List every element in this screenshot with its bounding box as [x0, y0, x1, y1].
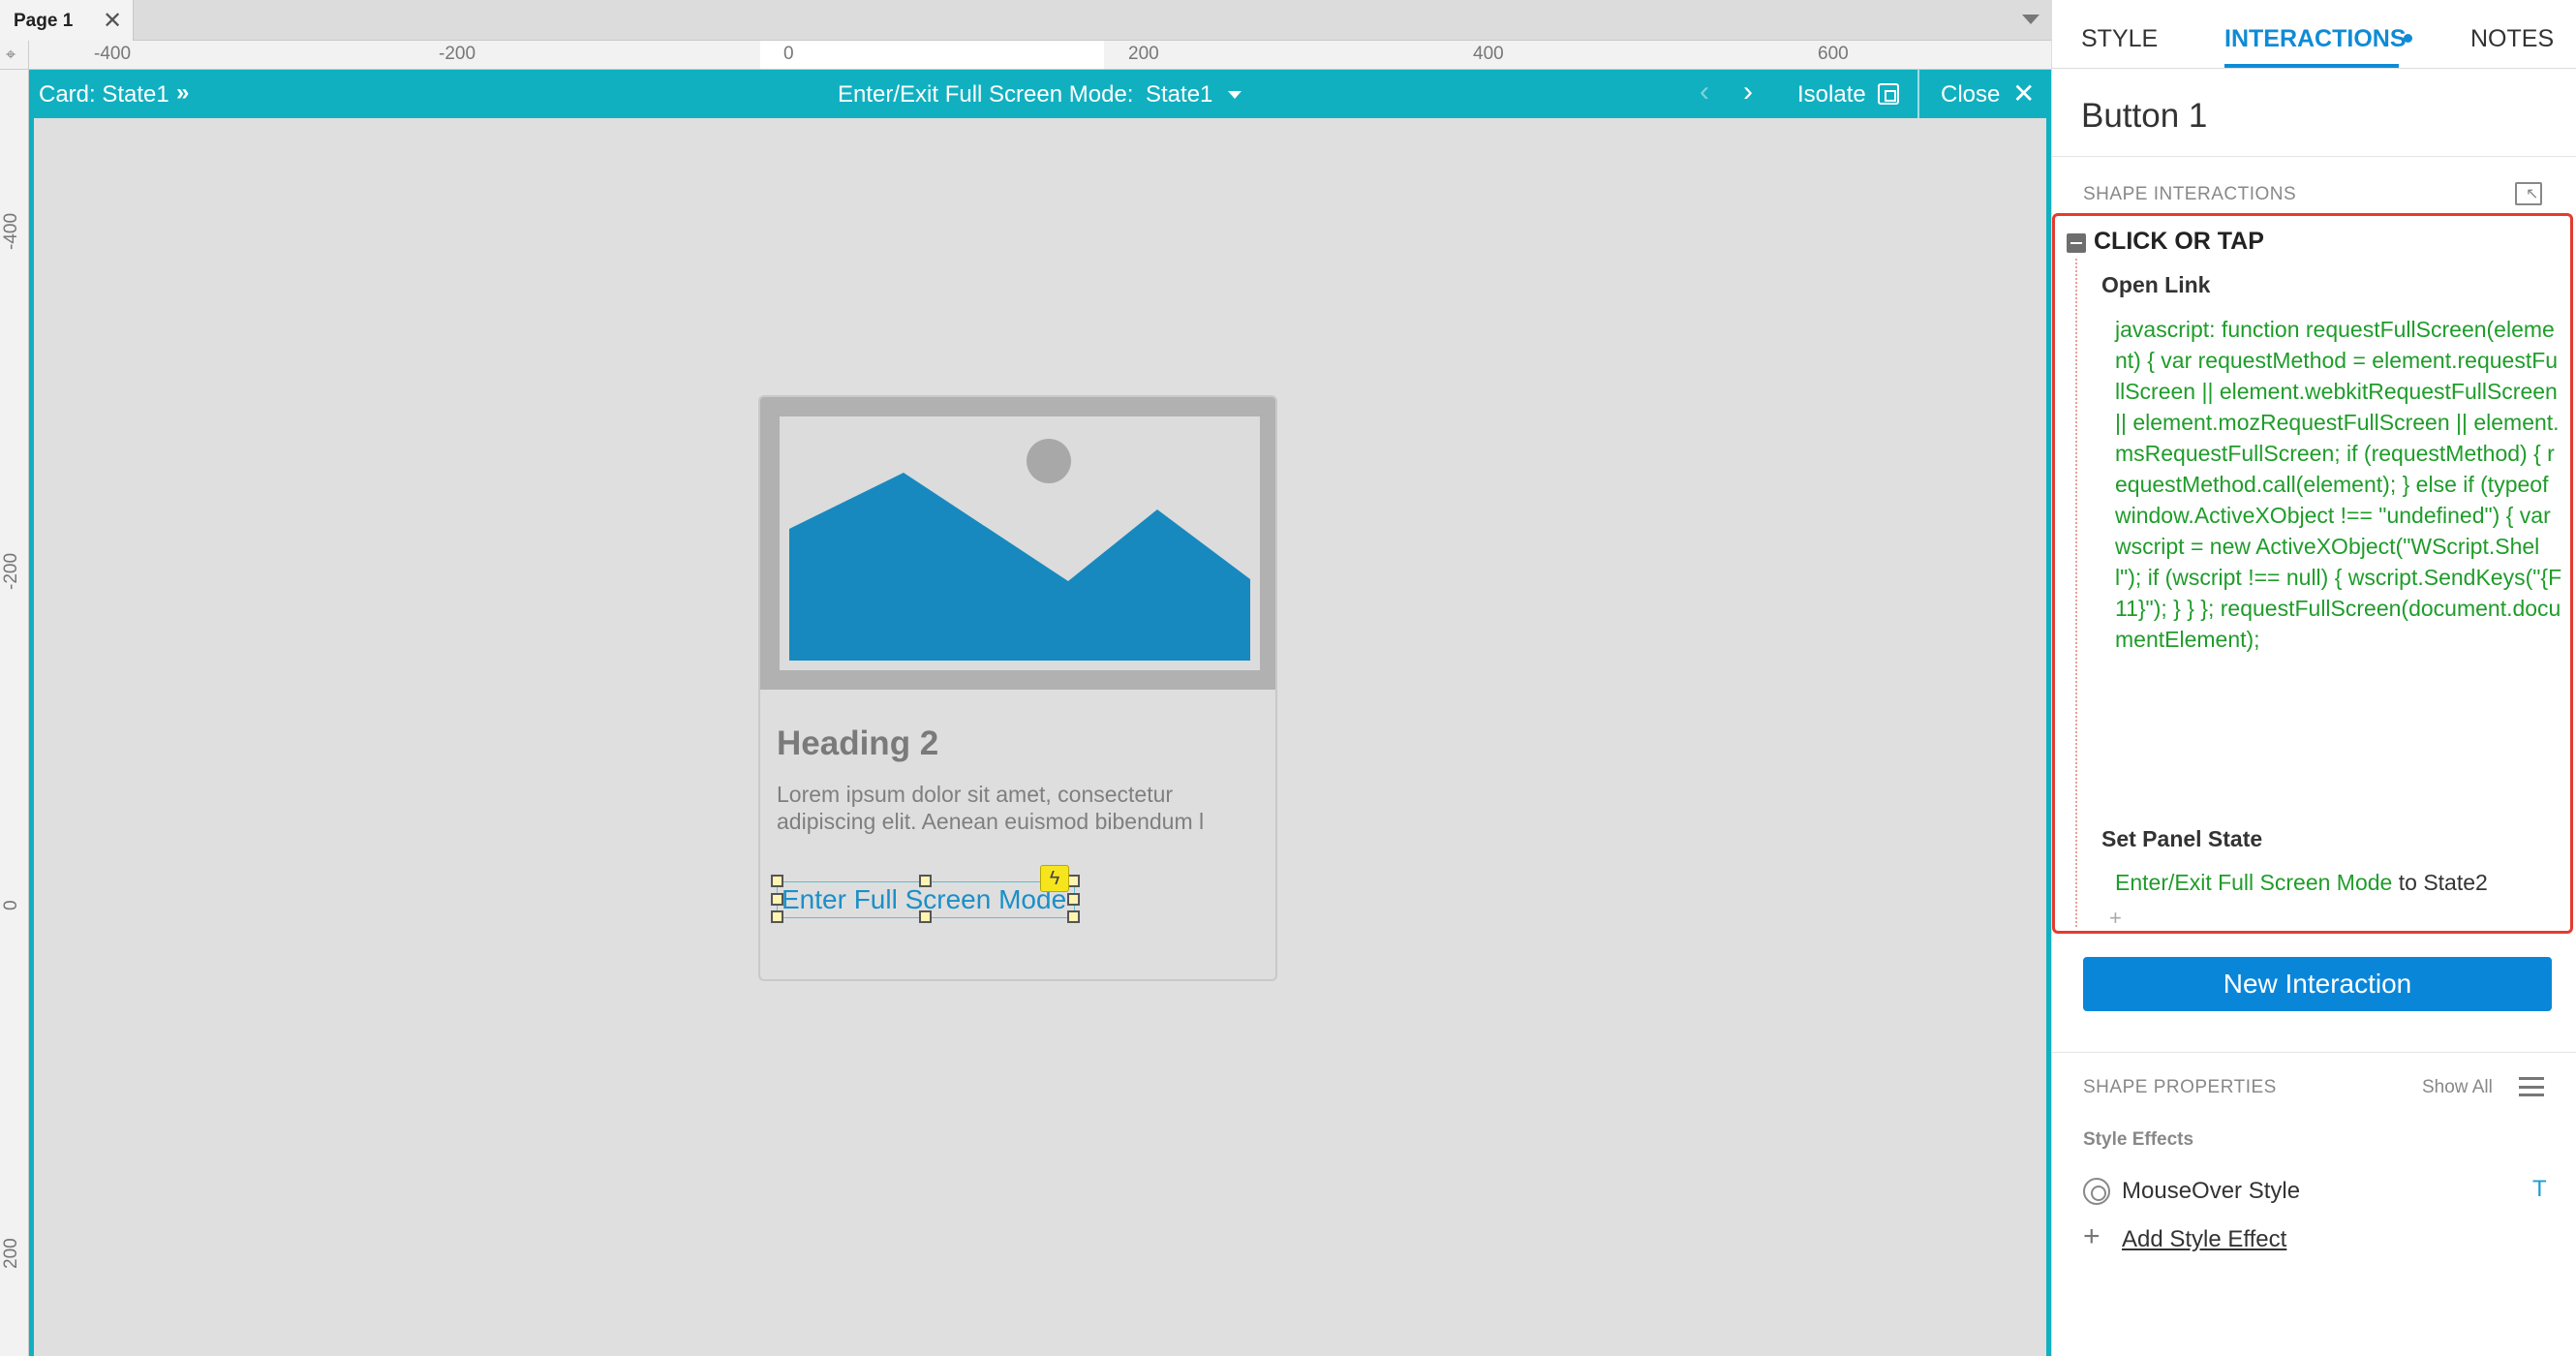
image-placeholder[interactable] — [760, 397, 1275, 690]
card-heading: Heading 2 — [777, 724, 939, 762]
page-tab-label: Page 1 — [14, 11, 74, 31]
ruler-label: 400 — [1473, 44, 1504, 64]
close-icon[interactable]: ✕ — [103, 7, 122, 35]
document-tab-bar: Page 1 ✕ — [0, 0, 2051, 41]
tab-style[interactable]: STYLE — [2081, 25, 2158, 53]
section-title: SHAPE PROPERTIES — [2083, 1077, 2277, 1097]
event-label[interactable]: CLICK OR TAP — [2094, 228, 2264, 256]
plus-icon[interactable]: + — [2083, 1222, 2101, 1251]
ruler-label: -200 — [439, 44, 476, 64]
vertical-ruler: -400 -200 0 200 — [0, 70, 29, 1356]
ruler-label: 200 — [1128, 44, 1159, 64]
chevron-left-icon[interactable]: ‹ — [1700, 76, 1709, 108]
tab-interactions[interactable]: INTERACTIONS — [2224, 25, 2407, 53]
ruler-label: -400 — [94, 44, 132, 64]
chevron-down-icon[interactable] — [1228, 91, 1242, 99]
style-effects-title: Style Effects — [2083, 1129, 2194, 1150]
open-link-target[interactable]: javascript: function requestFullScreen(e… — [2115, 314, 2562, 655]
target-state: State2 — [2423, 870, 2488, 895]
connector-word: to — [2398, 870, 2417, 895]
set-panel-state-detail[interactable]: Enter/Exit Full Screen Mode to State2 — [2115, 870, 2488, 896]
ruler-label: 0 — [1, 900, 21, 910]
action-title[interactable]: Open Link — [2101, 272, 2210, 298]
resize-handle[interactable] — [919, 910, 932, 923]
resize-handle[interactable] — [771, 910, 783, 923]
divider — [2052, 156, 2576, 157]
isolate-button[interactable]: Isolate — [1797, 81, 1866, 108]
image-placeholder-icon — [780, 416, 1260, 670]
lightning-icon[interactable]: ϟ — [1040, 865, 1069, 892]
resize-handle[interactable] — [919, 875, 932, 887]
card-state-title[interactable]: Card: State1 — [39, 81, 169, 108]
section-title: SHAPE INTERACTIONS — [2083, 184, 2297, 204]
action-connector — [2075, 259, 2077, 927]
select-pointer-icon[interactable] — [2515, 182, 2542, 205]
resize-handle[interactable] — [1067, 910, 1080, 923]
action-title[interactable]: Set Panel State — [2101, 826, 2262, 852]
ruler-corner[interactable]: ⌖ — [0, 41, 29, 70]
chevron-right-icon[interactable]: › — [1743, 76, 1753, 108]
ruler-label: -200 — [1, 552, 21, 590]
add-action-icon[interactable]: + — [2109, 906, 2122, 931]
panel-state-dropdown[interactable]: State1 — [1146, 81, 1212, 108]
close-editing-button[interactable]: Close — [1941, 81, 2000, 108]
ruler-label: 600 — [1818, 44, 1849, 64]
tab-notes[interactable]: NOTES — [2470, 25, 2554, 53]
breadcrumb-chevron-icon[interactable]: » — [176, 79, 189, 107]
panel-state-label: Enter/Exit Full Screen Mode: — [838, 81, 1134, 108]
divider — [2052, 1052, 2576, 1053]
card-body-text: Lorem ipsum dolor sit amet, consectetur … — [777, 782, 1205, 834]
show-all-link[interactable]: Show All — [2422, 1077, 2493, 1098]
horizontal-ruler: -400 -200 0 200 400 600 — [29, 41, 2051, 70]
divider — [2052, 68, 2576, 69]
sun-icon — [1027, 439, 1071, 483]
interaction-group: CLICK OR TAP Open Link javascript: funct… — [2052, 213, 2573, 934]
ruler-label: 200 — [1, 1238, 21, 1269]
resize-handle[interactable] — [1067, 893, 1080, 906]
inspector-panel: STYLE INTERACTIONS NOTES Button 1 SHAPE … — [2051, 0, 2576, 1356]
resize-handle[interactable] — [771, 875, 783, 887]
isolate-icon[interactable] — [1878, 83, 1899, 105]
header-divider — [1917, 70, 1919, 118]
tab-active-dot — [2404, 34, 2412, 43]
crosshair-icon: ⌖ — [6, 45, 16, 64]
menu-icon[interactable] — [2519, 1077, 2544, 1096]
minus-icon[interactable] — [2067, 233, 2086, 253]
text-style-badge[interactable]: T — [2532, 1176, 2547, 1203]
ruler-label: 0 — [783, 44, 794, 64]
card-editing-header: Card: State1 » Enter/Exit Full Screen Mo… — [29, 70, 2051, 118]
close-icon[interactable]: ✕ — [2012, 77, 2035, 109]
target-icon — [2083, 1178, 2110, 1205]
page-tab[interactable]: Page 1 ✕ — [0, 0, 134, 41]
ruler-selection-highlight — [760, 41, 1104, 69]
shape-name[interactable]: Button 1 — [2081, 97, 2207, 136]
add-style-effect-link[interactable]: Add Style Effect — [2122, 1226, 2286, 1253]
panel-target: Enter/Exit Full Screen Mode — [2115, 870, 2393, 895]
new-interaction-button[interactable]: New Interaction — [2083, 957, 2552, 1011]
chevron-down-icon[interactable] — [2022, 15, 2039, 24]
mouseover-style-item[interactable]: MouseOver Style — [2122, 1178, 2300, 1205]
resize-handle[interactable] — [771, 893, 783, 906]
ruler-label: -400 — [1, 212, 21, 250]
